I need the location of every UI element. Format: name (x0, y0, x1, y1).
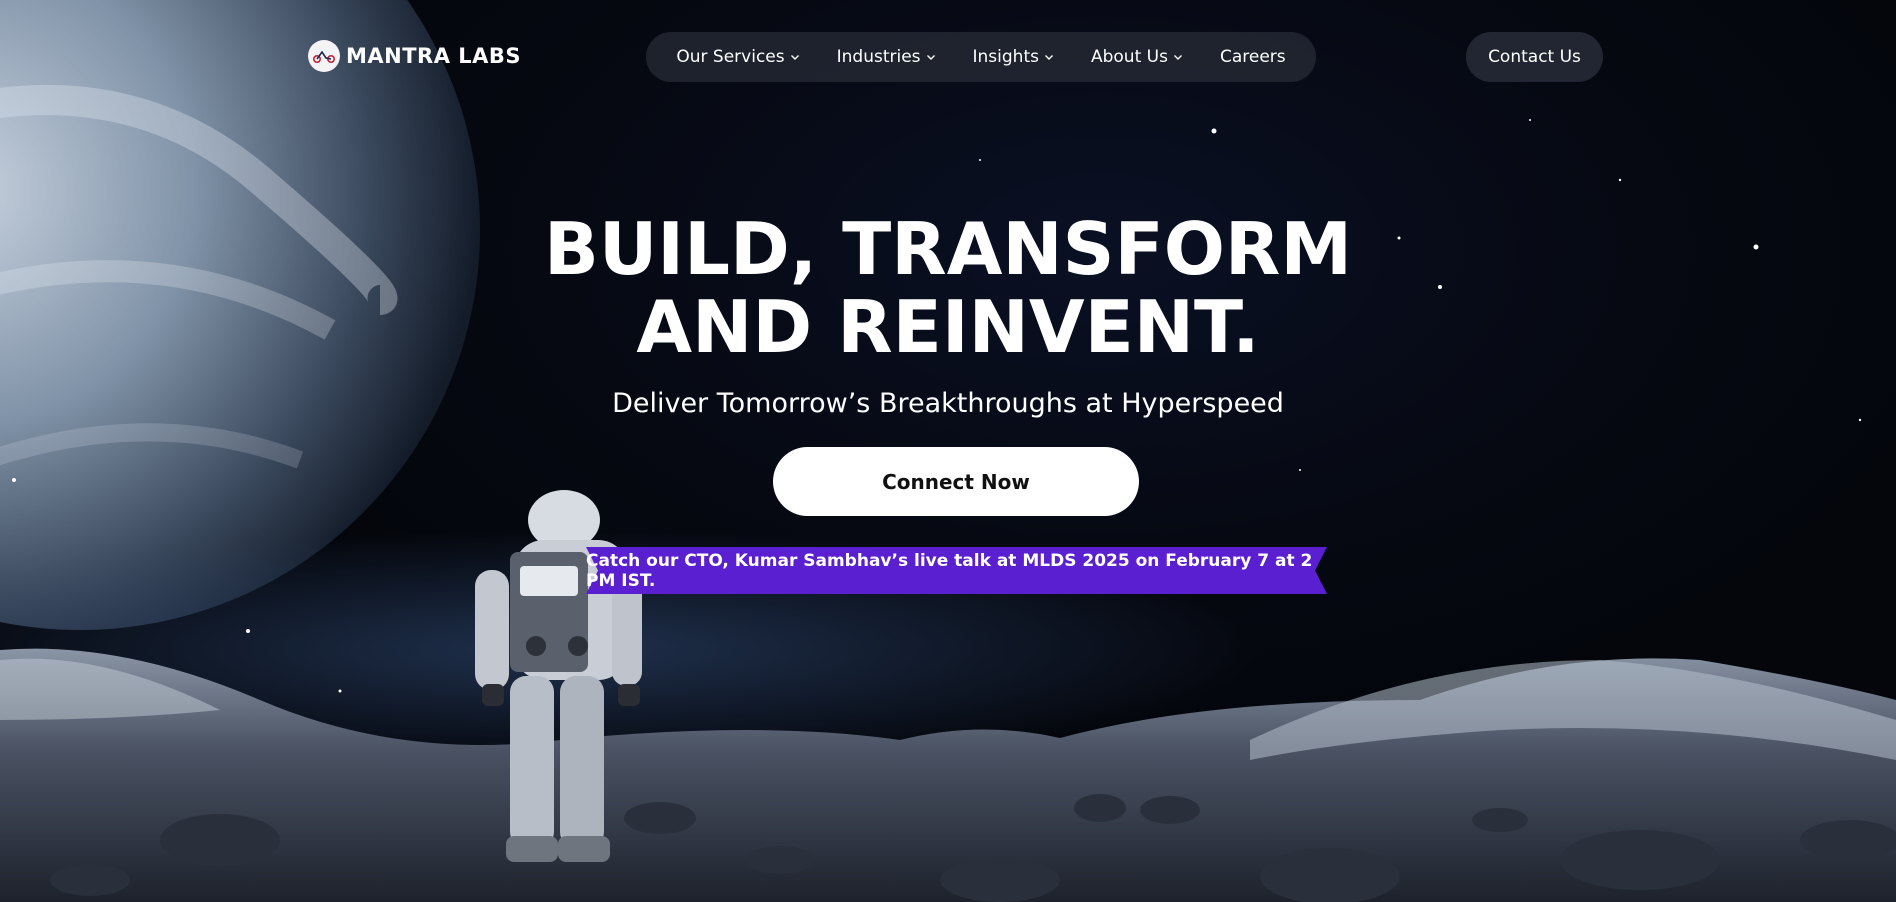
contact-us-button[interactable]: Contact Us (1466, 32, 1603, 82)
brand-name: MANTRA LABS (346, 44, 522, 68)
connect-now-button[interactable]: Connect Now (773, 447, 1139, 516)
nav-item-industries[interactable]: Industries (837, 47, 936, 67)
chevron-down-icon (1173, 55, 1182, 60)
nav-item-label: Insights (972, 47, 1039, 67)
hero-title-line-1: BUILD, TRANSFORM (543, 207, 1353, 291)
brand-logo[interactable]: MANTRA LABS (308, 40, 521, 72)
nav-item-careers[interactable]: Careers (1220, 47, 1286, 67)
chevron-down-icon (1044, 55, 1053, 60)
nav-item-about-us[interactable]: About Us (1091, 47, 1183, 67)
hero-subtitle: Deliver Tomorrow’s Breakthroughs at Hype… (612, 388, 1284, 419)
nav-item-label: About Us (1090, 47, 1168, 67)
announcement-text: Catch our CTO, Kumar Sambhav’s live talk… (586, 550, 1313, 591)
nav-item-our-services[interactable]: Our Services (676, 47, 799, 67)
hero-title-line-2: AND REINVENT. (636, 285, 1260, 369)
announcement-banner[interactable]: Catch our CTO, Kumar Sambhav’s live talk… (586, 547, 1327, 594)
nav-item-label: Industries (836, 47, 921, 67)
nav-item-label: Careers (1219, 47, 1286, 67)
nav-item-insights[interactable]: Insights (973, 47, 1054, 67)
mantra-logo-icon (308, 40, 340, 72)
nav-item-label: Our Services (676, 47, 785, 67)
chevron-down-icon (926, 55, 935, 60)
main-nav: Our Services Industries Insights About U… (646, 32, 1316, 82)
hero-title: BUILD, TRANSFORM AND REINVENT. (0, 210, 1896, 366)
chevron-down-icon (790, 55, 799, 60)
